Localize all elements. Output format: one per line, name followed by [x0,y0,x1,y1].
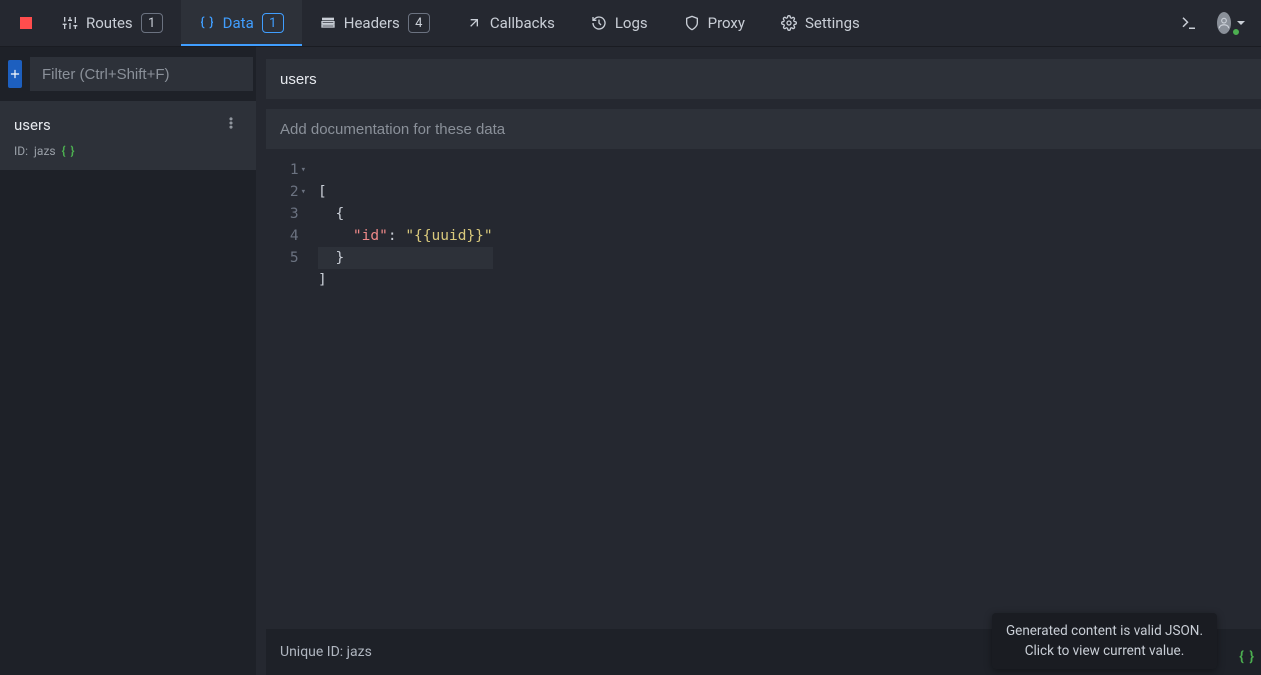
tab-proxy[interactable]: Proxy [666,0,763,46]
filter-input[interactable] [30,57,253,91]
user-menu[interactable] [1217,9,1245,37]
more-vertical-icon [224,116,238,130]
fold-icon[interactable]: ▾ [301,159,306,181]
history-icon [591,15,607,31]
editor-gutter: 1▾ 2▾ 3▾ 4▾ 5▾ [266,157,312,629]
tab-routes[interactable]: Routes 1 [44,0,181,46]
sliders-icon [62,15,78,31]
json-icon: { } [62,144,76,158]
item-menu-button[interactable] [220,111,242,138]
sidebar: users ID: jazs { } [0,47,256,675]
tab-settings[interactable]: Settings [763,0,878,46]
online-indicator [1232,28,1240,36]
shield-icon [684,15,700,31]
gear-icon [781,15,797,31]
tab-label: Logs [615,14,648,32]
code-editor[interactable]: 1▾ 2▾ 3▾ 4▾ 5▾ [ { "id": "{{uuid}}" } ] [266,157,1261,629]
json-valid-tooltip: Generated content is valid JSON. Click t… [992,613,1217,670]
add-data-button[interactable] [8,60,22,88]
documentation-input[interactable] [266,109,1261,149]
nav-tabs: Routes 1 Data 1 Headers 4 Callbacks [44,0,878,46]
data-list-item[interactable]: users ID: jazs { } [0,101,256,170]
unique-id-label: Unique ID: [280,644,343,660]
tab-headers[interactable]: Headers 4 [302,0,448,46]
tab-badge: 1 [141,13,163,33]
json-valid-button[interactable]: { } [1239,649,1255,665]
stop-icon [20,17,32,29]
nav-right [1175,9,1253,37]
headers-icon [320,15,336,31]
unique-id-value: jazs [347,644,372,660]
tab-label: Settings [805,14,860,32]
tab-logs[interactable]: Logs [573,0,666,46]
tab-badge: 4 [408,13,430,33]
fold-icon[interactable]: ▾ [301,181,306,203]
braces-icon: { } [1239,649,1255,665]
editor-code[interactable]: [ { "id": "{{uuid}}" } ] [312,157,493,629]
list-item-title: users [14,116,51,134]
record-button[interactable] [8,0,44,46]
plus-icon [8,67,22,81]
tab-label: Routes [86,14,133,32]
braces-icon [199,15,215,31]
sidebar-top [0,47,256,101]
main: users ID: jazs { } 1▾ 2▾ 3▾ 4▾ 5▾ [ [0,47,1261,675]
tab-label: Headers [344,14,400,32]
arrow-up-right-icon [466,15,482,31]
terminal-button[interactable] [1175,9,1203,37]
content-footer: Unique ID: jazs Generated content is val… [266,629,1261,675]
list-item-meta: ID: jazs { } [14,144,242,158]
tab-label: Data [223,14,254,32]
data-name-input[interactable] [266,59,1261,99]
tab-label: Proxy [708,14,745,32]
content: 1▾ 2▾ 3▾ 4▾ 5▾ [ { "id": "{{uuid}}" } ] … [256,47,1261,675]
tab-badge: 1 [262,13,284,33]
terminal-icon [1180,14,1198,32]
chevron-down-icon [1237,21,1245,25]
user-avatar-icon [1217,12,1231,34]
tab-label: Callbacks [490,14,555,32]
top-nav: Routes 1 Data 1 Headers 4 Callbacks [0,0,1261,47]
tab-data[interactable]: Data 1 [181,0,302,46]
tab-callbacks[interactable]: Callbacks [448,0,573,46]
